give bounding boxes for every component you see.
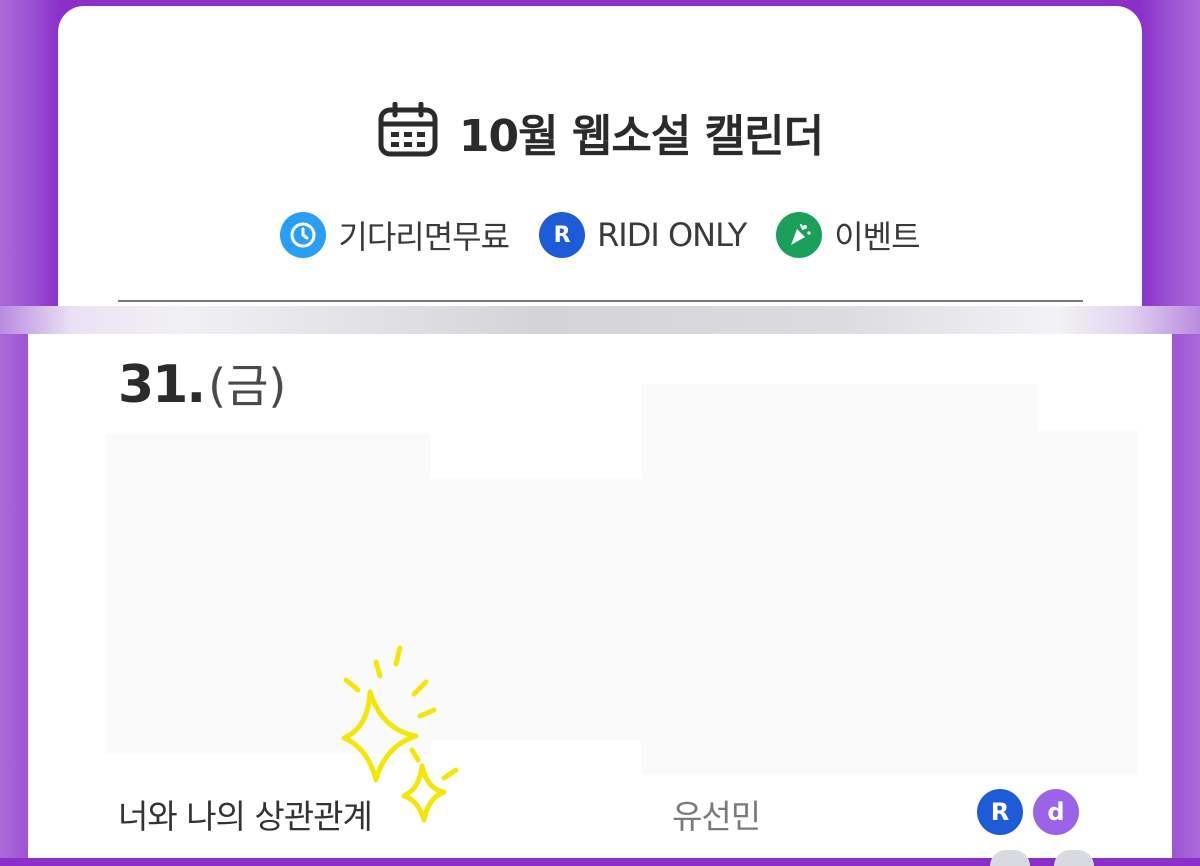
legend-label-free-wait: 기다리면무료 [338,218,510,256]
legend: 기다리면무료 R RIDI ONLY 이벤트 [58,212,1142,258]
ridi-r-icon: R [539,212,586,258]
header-divider [118,300,1083,302]
book-author: 유선민 [672,797,761,836]
legend-item-ridi-only: R RIDI ONLY [539,212,747,258]
image-seam [0,306,1200,334]
legend-item-event: 이벤트 [776,212,921,258]
legend-label-event: 이벤트 [834,218,920,256]
calendar-icon [377,101,439,162]
peek-badge-2 [1054,850,1094,866]
ridi-r-icon: R [977,789,1023,835]
cover-placeholder-right [641,384,1038,774]
cover-placeholder-far-right [1038,430,1138,774]
next-row-badges-peek [990,850,1094,866]
page-title: 10월 웹소설 캘린더 [58,100,1142,164]
party-popper-icon [776,212,823,258]
title-text: 10월 웹소설 캘린더 [458,111,824,162]
date-weekday: (금) [208,359,287,413]
platform-badges: R d [977,789,1079,835]
day-heading: 31. (금) [118,350,286,416]
d-platform-icon: d [1033,789,1079,835]
clock-icon [280,212,327,258]
book-title[interactable]: 너와 나의 상관관계 [118,790,373,838]
legend-label-ridi-only: RIDI ONLY [597,216,747,254]
date-number: 31. [118,355,206,415]
legend-item-free-wait: 기다리면무료 [280,212,510,258]
peek-badge-1 [990,850,1030,866]
